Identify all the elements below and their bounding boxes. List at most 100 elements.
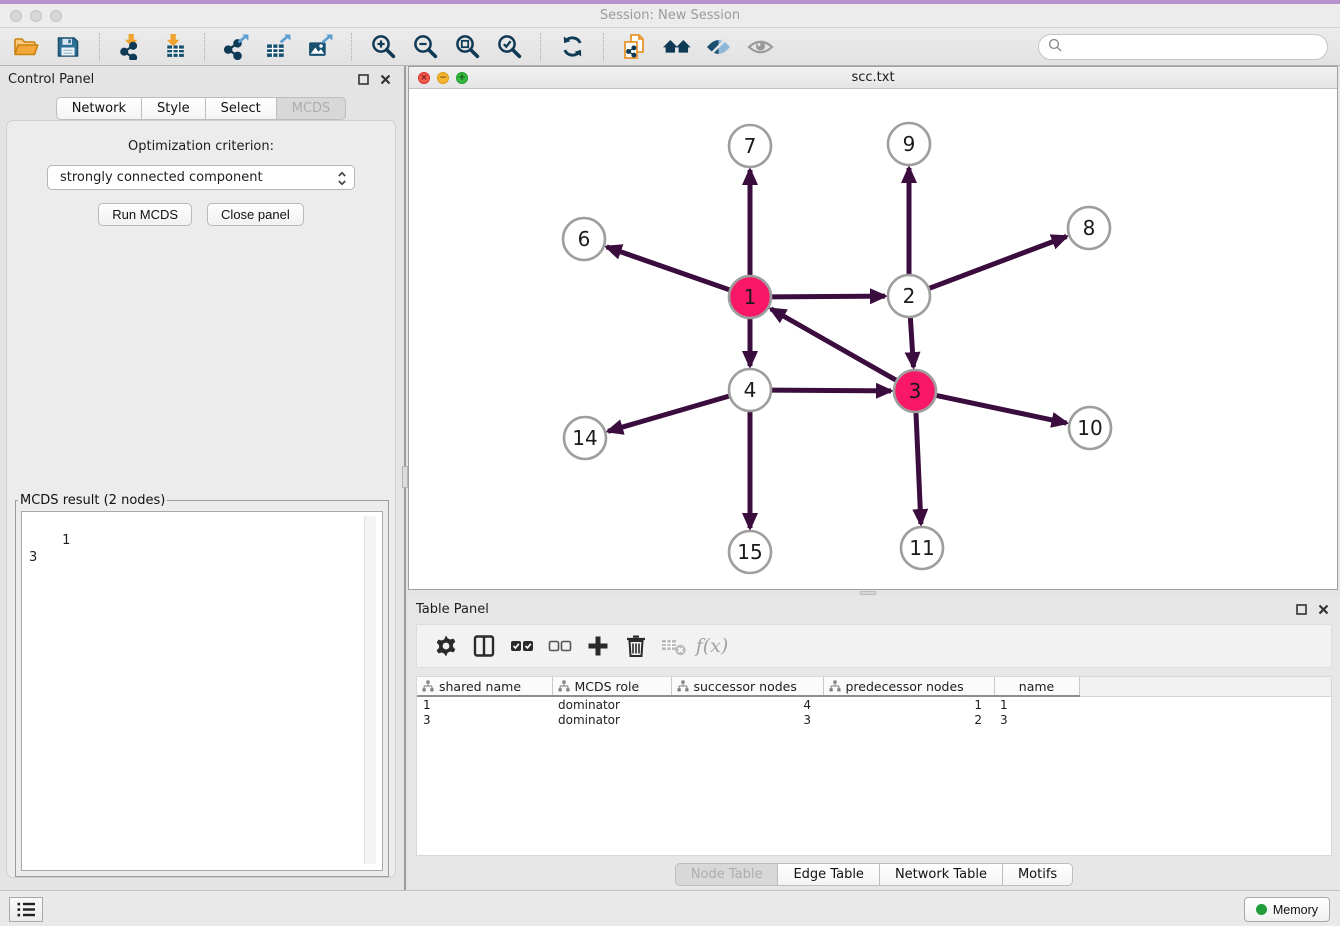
tab-edge-table[interactable]: Edge Table — [778, 863, 879, 886]
column-header-predecessor-nodes[interactable]: predecessor nodes — [823, 677, 994, 696]
toolbar-separator — [99, 33, 100, 61]
zoom-fit-icon[interactable] — [450, 30, 484, 64]
zoom-selected-icon[interactable] — [492, 30, 526, 64]
add-column-icon[interactable] — [581, 629, 615, 663]
open-folder-icon[interactable] — [9, 30, 43, 64]
column-header-successor-nodes[interactable]: successor nodes — [671, 677, 823, 696]
cell[interactable]: dominator — [552, 712, 671, 728]
search-field[interactable] — [1067, 39, 1327, 54]
export-image-icon[interactable] — [303, 30, 337, 64]
table-row[interactable]: 1dominator411 — [417, 696, 1331, 712]
show-all-icon[interactable] — [744, 30, 778, 64]
edge-4-14[interactable] — [608, 396, 730, 431]
node-label-6: 6 — [578, 227, 591, 251]
node-label-10: 10 — [1077, 416, 1102, 440]
network-graph-canvas[interactable]: 7968124314101511 — [409, 89, 1337, 589]
cell[interactable]: 4 — [671, 696, 823, 712]
network-window-title: scc.txt — [409, 70, 1337, 85]
refresh-icon[interactable] — [555, 30, 589, 64]
close-table-panel-icon[interactable] — [1314, 600, 1332, 618]
edge-1-2[interactable] — [771, 296, 885, 297]
node-table: shared nameMCDS rolesuccessor nodesprede… — [416, 676, 1332, 856]
run-mcds-button[interactable]: Run MCDS — [98, 203, 192, 226]
cell-filler — [1079, 696, 1331, 712]
import-network-icon[interactable] — [114, 30, 148, 64]
column-header-MCDS-role[interactable]: MCDS role — [552, 677, 671, 696]
node-label-9: 9 — [903, 132, 916, 156]
node-label-3: 3 — [909, 379, 922, 403]
save-session-icon[interactable] — [51, 30, 85, 64]
cell[interactable]: 1 — [417, 696, 552, 712]
float-panel-icon[interactable] — [354, 70, 372, 88]
zoom-in-icon[interactable] — [366, 30, 400, 64]
split-panel-icon[interactable] — [467, 629, 501, 663]
export-network-icon[interactable] — [219, 30, 253, 64]
close-panel-button[interactable]: Close panel — [207, 203, 304, 226]
edge-3-11[interactable] — [916, 412, 921, 524]
mcds-result-group: MCDS result (2 nodes) 1 3 — [15, 493, 389, 877]
deselect-all-icon[interactable] — [543, 629, 577, 663]
node-label-15: 15 — [737, 540, 762, 564]
tab-network-table[interactable]: Network Table — [880, 863, 1003, 886]
column-header-shared-name[interactable]: shared name — [417, 677, 552, 696]
cell[interactable]: 3 — [671, 712, 823, 728]
select-all-icon[interactable] — [505, 629, 539, 663]
network-close-icon[interactable]: × — [418, 72, 430, 84]
tab-style[interactable]: Style — [142, 97, 206, 120]
tab-motifs[interactable]: Motifs — [1003, 863, 1073, 886]
search-input[interactable] — [1038, 34, 1328, 60]
tab-select[interactable]: Select — [206, 97, 277, 120]
cell[interactable]: 2 — [823, 712, 994, 728]
import-table-icon[interactable] — [156, 30, 190, 64]
close-panel-icon[interactable] — [376, 70, 394, 88]
edge-2-8[interactable] — [929, 236, 1067, 288]
settings-gear-icon[interactable] — [429, 629, 463, 663]
mcds-tab-content: Optimization criterion: strongly connect… — [6, 120, 396, 878]
select-stepper-icon — [337, 170, 347, 191]
cell[interactable]: 3 — [417, 712, 552, 728]
control-panel-title: Control Panel — [8, 72, 94, 87]
node-label-7: 7 — [744, 134, 757, 158]
edge-3-1[interactable] — [771, 309, 897, 381]
network-view-window: × − + scc.txt 7968124314101511 — [408, 66, 1338, 590]
column-header-name[interactable]: name — [994, 677, 1079, 696]
tab-node-table[interactable]: Node Table — [675, 863, 779, 886]
network-maximize-icon[interactable]: + — [456, 72, 468, 84]
toolbar-separator — [603, 33, 604, 61]
node-label-14: 14 — [572, 426, 597, 450]
task-history-icon[interactable] — [9, 897, 43, 922]
clone-network-icon[interactable] — [618, 30, 652, 64]
result-scrollbar[interactable] — [364, 516, 376, 864]
table-panel-header: Table Panel — [408, 596, 1340, 622]
cell[interactable]: 3 — [994, 712, 1079, 728]
export-table-icon[interactable] — [261, 30, 295, 64]
tab-mcds[interactable]: MCDS — [277, 97, 347, 120]
network-minimize-icon[interactable]: − — [437, 72, 449, 84]
hide-selected-icon[interactable] — [702, 30, 736, 64]
delete-column-icon[interactable] — [619, 629, 653, 663]
homes-icon[interactable] — [660, 30, 694, 64]
edge-1-6[interactable] — [607, 247, 731, 290]
cell[interactable]: 1 — [994, 696, 1079, 712]
cell[interactable]: dominator — [552, 696, 671, 712]
memory-button[interactable]: Memory — [1244, 897, 1330, 922]
table-row[interactable]: 3dominator323 — [417, 712, 1331, 728]
optimization-criterion-select[interactable]: strongly connected component — [47, 165, 355, 190]
splitter-grip[interactable] — [860, 591, 876, 595]
network-window-titlebar[interactable]: × − + scc.txt — [409, 67, 1337, 89]
main-toolbar — [0, 28, 1340, 66]
cell-filler — [1079, 712, 1331, 728]
node-label-4: 4 — [744, 378, 757, 402]
table-toolbar: f(x) — [416, 624, 1332, 668]
edge-4-3[interactable] — [771, 390, 891, 391]
edge-3-10[interactable] — [936, 395, 1067, 423]
cell[interactable]: 1 — [823, 696, 994, 712]
tab-network[interactable]: Network — [56, 97, 142, 120]
zoom-out-icon[interactable] — [408, 30, 442, 64]
table-panel: Table Panel f(x) shared nameMCDS rolesuc… — [408, 596, 1340, 890]
table-type-tabs: Node TableEdge TableNetwork TableMotifs — [408, 863, 1340, 886]
edge-2-3[interactable] — [910, 317, 913, 367]
float-table-panel-icon[interactable] — [1292, 600, 1310, 618]
app-titlebar: Session: New Session — [0, 4, 1340, 28]
mcds-result-list[interactable]: 1 3 — [21, 511, 383, 871]
